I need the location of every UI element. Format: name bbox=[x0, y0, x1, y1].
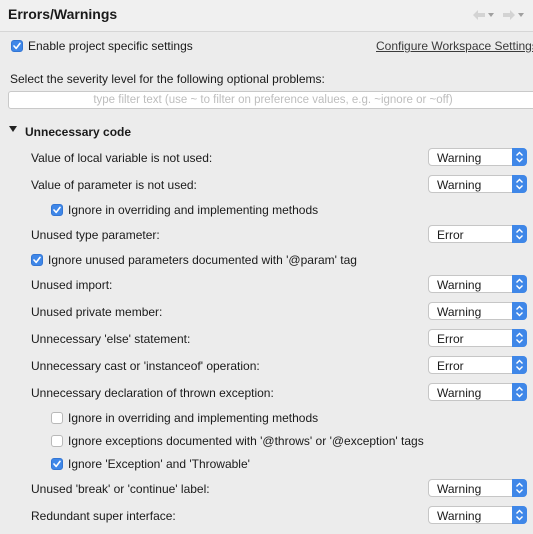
forward-arrow-icon bbox=[502, 9, 516, 21]
filter-field[interactable] bbox=[8, 91, 533, 109]
select-arrows-icon bbox=[512, 479, 527, 497]
select-arrows-icon bbox=[512, 302, 527, 320]
collapse-triangle-icon[interactable] bbox=[9, 126, 17, 132]
severity-select[interactable]: Warning bbox=[428, 479, 527, 497]
checkmark-icon bbox=[53, 206, 61, 214]
severity-select[interactable]: Warning bbox=[428, 148, 527, 166]
back-button[interactable] bbox=[472, 8, 494, 22]
ignore-exception-throwable-checkbox[interactable] bbox=[51, 458, 63, 470]
select-arrows-icon bbox=[512, 225, 527, 243]
severity-value: Warning bbox=[437, 509, 482, 523]
page-header: Errors/Warnings bbox=[0, 0, 533, 32]
severity-select[interactable]: Error bbox=[428, 329, 527, 347]
option-label: Unused 'break' or 'continue' label: bbox=[31, 482, 210, 496]
option-label: Redundant super interface: bbox=[31, 509, 176, 523]
option-label: Ignore exceptions documented with '@thro… bbox=[68, 434, 424, 448]
page-title: Errors/Warnings bbox=[8, 6, 118, 22]
severity-select[interactable]: Warning bbox=[428, 275, 527, 293]
option-label: Unnecessary 'else' statement: bbox=[31, 332, 191, 346]
severity-select[interactable]: Warning bbox=[428, 383, 527, 401]
configure-workspace-settings-link[interactable]: Configure Workspace Settings... bbox=[376, 39, 533, 53]
severity-value: Error bbox=[437, 359, 464, 373]
forward-button[interactable] bbox=[502, 8, 524, 22]
severity-select[interactable]: Warning bbox=[428, 175, 527, 193]
select-arrows-icon bbox=[512, 506, 527, 524]
ignore-overriding-throws-checkbox[interactable] bbox=[51, 412, 63, 424]
select-arrows-icon bbox=[512, 175, 527, 193]
severity-value: Warning bbox=[437, 482, 482, 496]
severity-instruction-label: Select the severity level for the follow… bbox=[10, 72, 325, 86]
checkmark-icon bbox=[13, 42, 21, 50]
option-label: Unnecessary cast or 'instanceof' operati… bbox=[31, 359, 260, 373]
back-arrow-icon bbox=[472, 9, 486, 21]
severity-value: Warning bbox=[437, 278, 482, 292]
option-label: Ignore unused parameters documented with… bbox=[48, 253, 357, 267]
forward-dropdown-icon[interactable] bbox=[518, 13, 524, 17]
select-arrows-icon bbox=[512, 275, 527, 293]
severity-select[interactable]: Error bbox=[428, 225, 527, 243]
severity-select[interactable]: Warning bbox=[428, 302, 527, 320]
option-label: Value of parameter is not used: bbox=[31, 178, 197, 192]
severity-value: Warning bbox=[437, 305, 482, 319]
severity-value: Error bbox=[437, 332, 464, 346]
option-label: Value of local variable is not used: bbox=[31, 151, 213, 165]
severity-value: Error bbox=[437, 228, 464, 242]
option-label: Ignore 'Exception' and 'Throwable' bbox=[68, 457, 250, 471]
severity-select[interactable]: Warning bbox=[428, 506, 527, 524]
option-label: Unused private member: bbox=[31, 305, 163, 319]
severity-value: Warning bbox=[437, 151, 482, 165]
select-arrows-icon bbox=[512, 148, 527, 166]
section-title-unnecessary-code: Unnecessary code bbox=[25, 125, 132, 139]
select-arrows-icon bbox=[512, 356, 527, 374]
select-arrows-icon bbox=[512, 329, 527, 347]
checkmark-icon bbox=[33, 256, 41, 264]
enable-project-settings-checkbox[interactable] bbox=[11, 40, 23, 52]
option-label: Ignore in overriding and implementing me… bbox=[68, 411, 319, 425]
checkmark-icon bbox=[53, 460, 61, 468]
option-label: Unused import: bbox=[31, 278, 113, 292]
option-label: Ignore in overriding and implementing me… bbox=[68, 203, 319, 217]
ignore-overriding-methods-checkbox[interactable] bbox=[51, 204, 63, 216]
ignore-param-tag-checkbox[interactable] bbox=[31, 254, 43, 266]
back-dropdown-icon[interactable] bbox=[488, 13, 494, 17]
severity-value: Warning bbox=[437, 386, 482, 400]
enable-project-settings-label: Enable project specific settings bbox=[28, 39, 193, 53]
severity-select[interactable]: Error bbox=[428, 356, 527, 374]
option-label: Unused type parameter: bbox=[31, 228, 160, 242]
option-label: Unnecessary declaration of thrown except… bbox=[31, 386, 274, 400]
filter-input[interactable] bbox=[9, 92, 533, 108]
ignore-documented-exceptions-checkbox[interactable] bbox=[51, 435, 63, 447]
severity-value: Warning bbox=[437, 178, 482, 192]
select-arrows-icon bbox=[512, 383, 527, 401]
